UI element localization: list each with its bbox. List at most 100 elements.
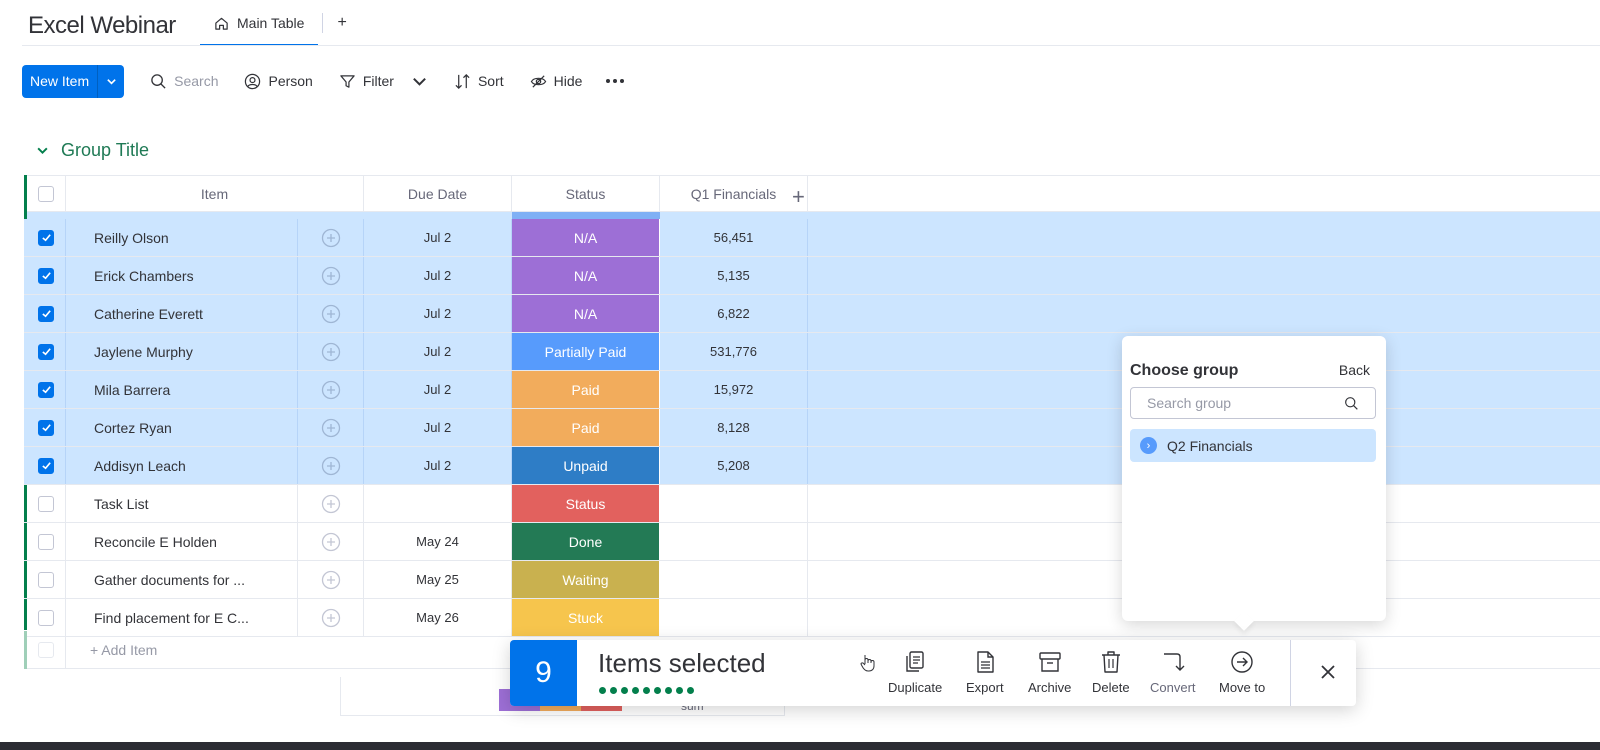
q1-financials-cell[interactable] (660, 561, 808, 598)
due-date-cell[interactable]: Jul 2 (364, 333, 512, 370)
updates-cell[interactable] (298, 219, 364, 256)
status-cell[interactable]: Done (512, 523, 660, 560)
row-checkbox[interactable] (38, 457, 54, 474)
delete-action[interactable]: Delete (1092, 650, 1130, 695)
row-checkbox[interactable] (38, 229, 54, 246)
item-name-cell[interactable]: Jaylene Murphy (66, 333, 298, 370)
due-date-cell[interactable]: Jul 2 (364, 371, 512, 408)
due-date-cell[interactable] (364, 485, 512, 522)
row-checkbox[interactable] (38, 533, 54, 550)
status-cell[interactable]: Paid (512, 409, 660, 446)
chevron-down-icon[interactable] (36, 144, 49, 157)
close-icon[interactable] (1316, 660, 1340, 684)
board-title[interactable]: Excel Webinar (28, 12, 176, 40)
q1-financials-cell[interactable]: 5,208 (660, 447, 808, 484)
status-cell[interactable]: Paid (512, 371, 660, 408)
q1-financials-cell[interactable] (660, 523, 808, 560)
status-cell[interactable]: Partially Paid (512, 333, 660, 370)
table-row[interactable]: Catherine Everett Jul 2 N/A 6,822 (24, 295, 1600, 333)
select-all-checkbox[interactable] (38, 185, 54, 202)
row-checkbox[interactable] (38, 305, 54, 322)
status-cell[interactable]: N/A (512, 295, 660, 332)
item-name-cell[interactable]: Erick Chambers (66, 257, 298, 294)
column-header-status[interactable]: Status (512, 175, 660, 212)
add-view-button[interactable]: + (327, 14, 356, 32)
hide-button[interactable]: Hide (530, 73, 582, 90)
new-item-button[interactable]: New Item (22, 65, 97, 98)
column-header-item[interactable]: Item (66, 175, 364, 212)
back-button[interactable]: Back (1339, 362, 1370, 378)
q1-financials-cell[interactable]: 15,972 (660, 371, 808, 408)
row-checkbox[interactable] (38, 609, 54, 626)
row-checkbox[interactable] (38, 419, 54, 436)
sort-button[interactable]: Sort (454, 73, 504, 90)
updates-cell[interactable] (298, 371, 364, 408)
more-options-icon[interactable] (606, 79, 625, 83)
updates-cell[interactable] (298, 257, 364, 294)
status-cell[interactable]: Status (512, 485, 660, 522)
due-date-cell[interactable]: May 25 (364, 561, 512, 598)
q1-value: 5,208 (717, 458, 750, 473)
table-row[interactable]: Reilly Olson Jul 2 N/A 56,451 (24, 219, 1600, 257)
item-name-cell[interactable]: Reconcile E Holden (66, 523, 298, 560)
item-name-cell[interactable]: Gather documents for ... (66, 561, 298, 598)
q1-financials-cell[interactable]: 531,776 (660, 333, 808, 370)
due-date-cell[interactable]: Jul 2 (364, 409, 512, 446)
updates-cell[interactable] (298, 485, 364, 522)
due-date-cell[interactable]: Jul 2 (364, 447, 512, 484)
status-cell[interactable]: N/A (512, 257, 660, 294)
item-name-cell[interactable]: Cortez Ryan (66, 409, 298, 446)
person-filter-button[interactable]: Person (244, 73, 313, 90)
q1-financials-cell[interactable]: 56,451 (660, 219, 808, 256)
item-name-cell[interactable]: Addisyn Leach (66, 447, 298, 484)
chevron-down-icon[interactable] (411, 73, 428, 90)
item-name-cell[interactable]: Task List (66, 485, 298, 522)
updates-cell[interactable] (298, 409, 364, 446)
group-search-input[interactable]: Search group (1130, 387, 1376, 419)
updates-cell[interactable] (298, 561, 364, 598)
search-button[interactable]: Search (150, 73, 218, 90)
new-item-dropdown-button[interactable] (97, 64, 124, 98)
updates-cell[interactable] (298, 333, 364, 370)
column-header-q1-financials[interactable]: Q1 Financials (660, 175, 808, 212)
column-header-due-date[interactable]: Due Date (364, 175, 512, 212)
duplicate-action[interactable]: Duplicate (888, 650, 942, 695)
q1-financials-cell[interactable] (660, 485, 808, 522)
search-icon (151, 73, 166, 89)
updates-cell[interactable] (298, 295, 364, 332)
tab-main-table[interactable]: Main Table (200, 0, 319, 46)
due-date-cell[interactable]: Jul 2 (364, 219, 512, 256)
updates-cell[interactable] (298, 523, 364, 560)
convert-action[interactable]: Convert (1150, 650, 1196, 695)
add-column-button[interactable]: + (792, 184, 805, 210)
export-action[interactable]: Export (966, 650, 1004, 695)
filter-button[interactable]: Filter (339, 73, 428, 90)
export-icon (977, 651, 994, 673)
row-checkbox-cell (27, 523, 66, 560)
row-checkbox[interactable] (38, 381, 54, 398)
q1-financials-cell[interactable]: 6,822 (660, 295, 808, 332)
row-checkbox[interactable] (38, 495, 54, 512)
q1-financials-cell[interactable]: 8,128 (660, 409, 808, 446)
status-cell[interactable]: Unpaid (512, 447, 660, 484)
row-checkbox[interactable] (38, 267, 54, 284)
item-name-cell[interactable]: Catherine Everett (66, 295, 298, 332)
due-date-cell[interactable]: May 24 (364, 523, 512, 560)
due-date-cell[interactable]: Jul 2 (364, 257, 512, 294)
item-name-cell[interactable]: Reilly Olson (66, 219, 298, 256)
table-row[interactable]: Erick Chambers Jul 2 N/A 5,135 (24, 257, 1600, 295)
status-cell[interactable]: Waiting (512, 561, 660, 598)
row-checkbox[interactable] (38, 571, 54, 588)
column-header-label: Due Date (407, 185, 468, 202)
q1-financials-cell[interactable]: 5,135 (660, 257, 808, 294)
updates-cell[interactable] (298, 447, 364, 484)
add-item-cell[interactable]: + Add Item (66, 631, 366, 668)
group-title[interactable]: Group Title (61, 140, 149, 161)
item-name-cell[interactable]: Mila Barrera (66, 371, 298, 408)
due-date-cell[interactable]: Jul 2 (364, 295, 512, 332)
row-checkbox[interactable] (38, 343, 54, 360)
archive-action[interactable]: Archive (1028, 650, 1071, 695)
group-option-q2-financials[interactable]: › Q2 Financials (1130, 429, 1376, 462)
move-to-action[interactable]: Move to (1219, 650, 1265, 695)
status-cell[interactable]: N/A (512, 219, 660, 256)
